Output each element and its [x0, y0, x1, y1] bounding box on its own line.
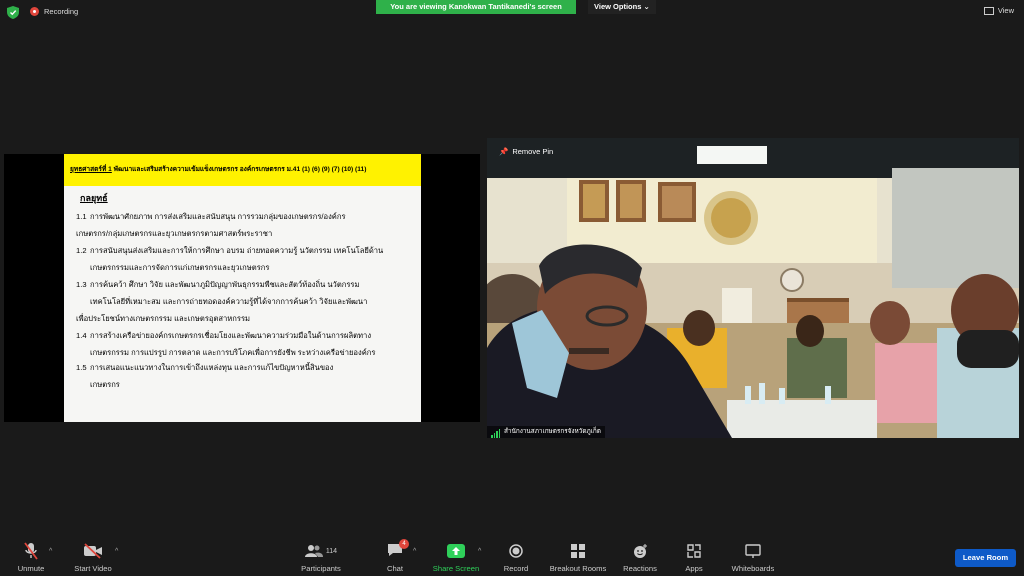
slide-item: 1.3 การค้นคว้า ศึกษา วิจัย และพัฒนาภูมิปั… [76, 280, 368, 323]
recording-indicator[interactable]: Recording [30, 7, 78, 16]
recording-label: Recording [44, 7, 79, 16]
record-button[interactable]: Record [500, 540, 532, 573]
recording-icon [30, 7, 39, 16]
slide-header-prefix: ยุทธศาสตร์ที่ 1 [70, 166, 112, 173]
view-button[interactable]: View [983, 6, 1014, 15]
audio-options-caret[interactable]: ^ [49, 548, 52, 555]
share-screen-icon [447, 544, 465, 558]
slide-item: 1.1 การพัฒนาศักยภาพ การส่งเสริมและสนับสนุ… [76, 212, 346, 238]
participant-video[interactable]: 📌 Remove Pin สำนักงานสภาเกษตรกรจังหวัดภู… [487, 138, 1019, 438]
security-shield-icon[interactable] [7, 6, 19, 19]
video-frame-image [487, 138, 1019, 438]
record-icon [509, 544, 523, 558]
slide-header: ยุทธศาสตร์ที่ 1 พัฒนาและเสริมสร้างความเข… [64, 154, 421, 186]
video-options-caret[interactable]: ^ [115, 548, 118, 555]
slide-item: 1.2 การสนับสนุนส่งเสริมและการให้การศึกษา … [76, 246, 384, 272]
reactions-button[interactable]: Reactions [620, 540, 660, 573]
chevron-down-icon: ⌄ [643, 2, 650, 11]
apps-button[interactable]: Apps [680, 540, 708, 573]
viewing-screen-banner: You are viewing Kanokwan Tantikanedi's s… [376, 0, 576, 14]
view-options-button[interactable]: View Options ⌄ [588, 0, 656, 14]
chat-button[interactable]: 4 Chat [380, 539, 410, 573]
top-bar: Recording You are viewing Kanokwan Tanti… [0, 0, 1024, 26]
slide-item: 1.4 การสร้างเครือข่ายองค์กรเกษตรกรเชื่อมโ… [76, 331, 376, 357]
meeting-toolbar: Unmute ^ Start Video ^ 114 Participants … [0, 536, 1024, 576]
chat-badge: 4 [399, 539, 409, 549]
share-screen-button[interactable]: Share Screen [430, 540, 482, 573]
share-options-caret[interactable]: ^ [478, 548, 481, 555]
camera-off-icon [84, 543, 102, 559]
breakout-rooms-button[interactable]: Breakout Rooms [545, 540, 611, 573]
grid-view-icon [983, 6, 994, 15]
microphone-muted-icon [24, 542, 38, 560]
slide-header-text: พัฒนาและเสริมสร้างความเข้มแข็งเกษตรกร อง… [111, 166, 367, 173]
apps-icon [687, 544, 701, 558]
pin-icon: 📌 [499, 147, 509, 156]
participants-icon [304, 545, 323, 557]
slide-item: 1.5 การเสนอแนะแนวทางในการเข้าถึงแหล่งทุน … [76, 363, 334, 389]
breakout-rooms-icon [571, 544, 585, 558]
start-video-button[interactable]: Start Video [70, 540, 116, 573]
remove-pin-button[interactable]: 📌 Remove Pin [499, 147, 553, 156]
reactions-icon [633, 543, 647, 558]
participants-count: 114 [325, 547, 338, 555]
shared-screen: ยุทธศาสตร์ที่ 1 พัฒนาและเสริมสร้างความเข… [4, 154, 480, 422]
signal-strength-icon [491, 426, 501, 438]
leave-room-button[interactable]: Leave Room [955, 549, 1016, 567]
slide-subtitle: กลยุทธ์ [80, 193, 108, 203]
chat-options-caret[interactable]: ^ [413, 548, 416, 555]
presentation-slide: ยุทธศาสตร์ที่ 1 พัฒนาและเสริมสร้างความเข… [64, 154, 421, 422]
whiteboards-button[interactable]: Whiteboards [727, 540, 779, 573]
participants-button[interactable]: 114 Participants [296, 540, 346, 573]
unmute-button[interactable]: Unmute [12, 540, 50, 573]
whiteboard-icon [745, 544, 761, 558]
participant-name-label: สำนักงานสภาเกษตรกรจังหวัดภูเก็ต [487, 426, 605, 438]
